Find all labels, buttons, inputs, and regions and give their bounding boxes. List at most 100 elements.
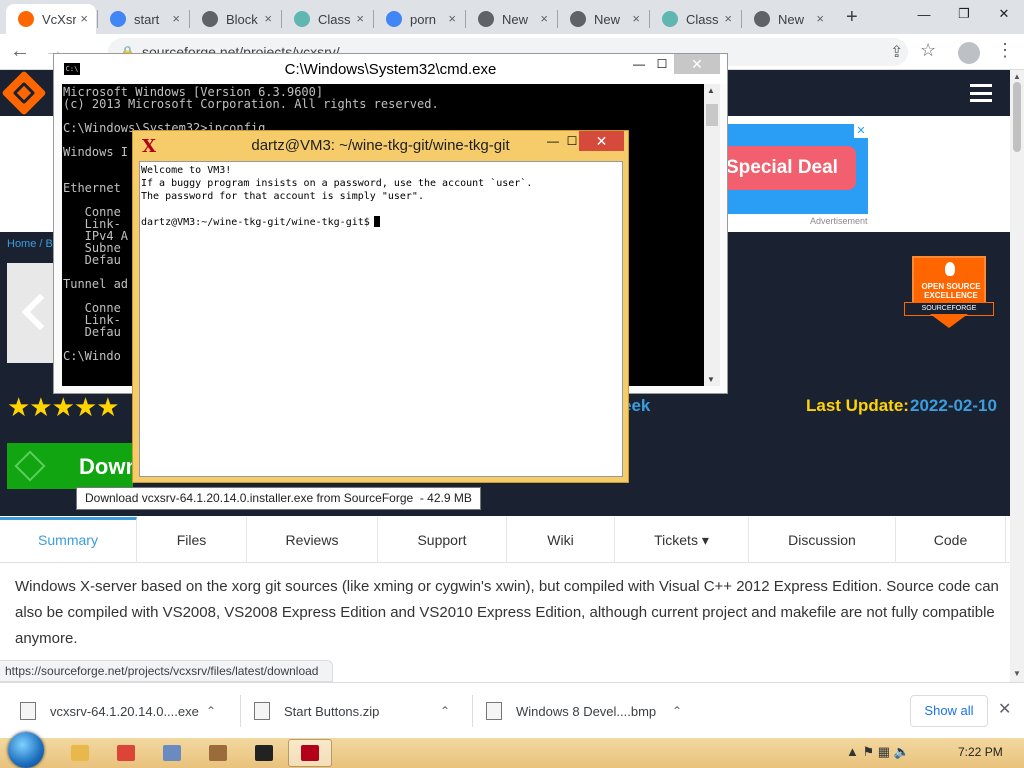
project-tab[interactable]: Summary — [0, 517, 137, 563]
tab-title: Class — [318, 11, 351, 27]
start-button[interactable] — [8, 732, 44, 768]
taskbar-app-paint[interactable] — [196, 739, 240, 767]
browser-tab[interactable]: porn × — [374, 4, 464, 34]
hamburger-menu-icon[interactable] — [970, 84, 992, 102]
taskbar-app-chrome[interactable] — [104, 739, 148, 767]
taskbar-app-cmd[interactable] — [242, 739, 286, 767]
page-scrollbar[interactable]: ▲ ▼ — [1010, 70, 1024, 682]
browser-window-controls: — ❐ ✕ — [904, 0, 1024, 30]
tab-close-icon[interactable]: × — [80, 11, 88, 26]
badge-ribbon: SOURCEFORGE — [904, 302, 994, 316]
project-description: Windows X-server based on the xorg git s… — [15, 578, 999, 647]
tab-favicon-icon — [478, 11, 494, 27]
taskbar-app-xterm[interactable] — [288, 739, 332, 767]
breadcrumb[interactable]: Home / B — [7, 238, 53, 250]
taskbar-app-file-explorer[interactable] — [58, 739, 102, 767]
minimize-button[interactable]: — — [904, 0, 944, 28]
tab-close-icon[interactable]: × — [448, 11, 456, 26]
cmd-scroll-thumb[interactable] — [706, 104, 718, 126]
browser-tab[interactable]: New × — [558, 4, 648, 34]
tab-close-icon[interactable]: × — [540, 11, 548, 26]
tab-title: Class — [686, 11, 719, 27]
scroll-thumb[interactable] — [1013, 82, 1021, 152]
profile-avatar[interactable] — [958, 42, 980, 64]
download-item[interactable]: vcxsrv-64.1.20.14.0....exe ⌃ — [20, 683, 216, 739]
download-filename: Windows 8 Devel....bmp — [516, 703, 657, 719]
xterm-line: dartz@VM3:~/wine-tkg-git/wine-tkg-git$ — [141, 217, 370, 228]
tab-close-icon[interactable]: × — [632, 11, 640, 26]
cmd-close-button[interactable]: ✕ — [674, 54, 720, 74]
project-tab[interactable]: Files — [137, 517, 247, 563]
app-window-icon — [163, 745, 181, 761]
chevron-up-icon[interactable]: ⌃ — [440, 704, 450, 718]
download-item[interactable]: Windows 8 Devel....bmp ⌃ — [486, 683, 682, 739]
browser-tab[interactable]: Class × — [282, 4, 372, 34]
cmd-line: (c) 2013 Microsoft Corporation. All righ… — [63, 97, 439, 111]
scroll-down-arrow-icon[interactable]: ▼ — [1013, 669, 1021, 678]
project-tab[interactable]: Code — [896, 517, 1006, 563]
download-bar: vcxsrv-64.1.20.14.0....exe ⌃ Start Buttons… — [0, 682, 1024, 738]
ad-close-icon[interactable]: ✕ — [854, 124, 868, 138]
chevron-up-icon[interactable]: ⌃ — [672, 704, 682, 718]
browser-tab[interactable]: Class × — [650, 4, 740, 34]
browser-tab[interactable]: Block × — [190, 4, 280, 34]
project-tab[interactable]: Wiki — [507, 517, 615, 563]
browser-tab[interactable]: New × — [466, 4, 556, 34]
chevron-up-icon[interactable]: ⌃ — [206, 704, 216, 718]
browser-tab[interactable]: start × — [98, 4, 188, 34]
tab-close-icon[interactable]: × — [264, 11, 272, 26]
share-icon[interactable]: ⇪ — [890, 42, 903, 62]
download-button[interactable]: Download — [7, 443, 133, 489]
project-tab[interactable]: Tickets ▾ — [615, 517, 749, 563]
browser-tab[interactable]: VcXsr × — [6, 4, 96, 34]
close-button[interactable]: ✕ — [984, 0, 1024, 28]
tab-bar: VcXsr × start × Block × Class × porn × New × New × Cla… — [0, 0, 1024, 34]
xterm-window[interactable]: X dartz@VM3: ~/wine-tkg-git/wine-tkg-git… — [132, 130, 629, 483]
scroll-up-arrow-icon[interactable]: ▲ — [1013, 72, 1021, 81]
cmd-titlebar[interactable]: C:\ C:\Windows\System32\cmd.exe — ☐ ✕ — [54, 54, 727, 84]
close-download-bar-icon[interactable]: ✕ — [998, 699, 1011, 719]
download-item[interactable]: Start Buttons.zip ⌃ — [254, 683, 450, 739]
tab-close-icon[interactable]: × — [816, 11, 824, 26]
sourceforge-logo-icon[interactable] — [1, 70, 47, 116]
tab-favicon-icon — [386, 11, 402, 27]
cmd-scroll-up-icon[interactable]: ▲ — [707, 86, 715, 95]
tab-title: porn — [410, 11, 437, 27]
tab-close-icon[interactable]: × — [172, 11, 180, 26]
xterm-terminal[interactable]: Welcome to VM3! If a buggy program insist… — [139, 161, 623, 477]
cmd-minimize-button[interactable]: — — [626, 54, 652, 74]
cmd-scrollbar[interactable]: ▲ ▼ — [704, 84, 720, 386]
back-button[interactable]: ← — [10, 40, 30, 63]
ad-banner[interactable]: Special Deal ✕ — [726, 124, 868, 214]
paint-icon — [209, 745, 227, 761]
project-tab[interactable]: Reviews — [247, 517, 378, 563]
clock[interactable]: 7:22 PM — [958, 745, 1003, 759]
project-tab[interactable]: Support — [378, 517, 507, 563]
xterm-minimize-button[interactable]: — — [545, 131, 561, 151]
browser-tab[interactable]: New × — [742, 4, 832, 34]
new-tab-button[interactable]: + — [846, 6, 858, 29]
restore-button[interactable]: ❐ — [944, 0, 984, 28]
project-tab[interactable]: Discussion — [749, 517, 896, 563]
file-explorer-icon — [71, 745, 89, 761]
status-bar-url: https://sourceforge.net/projects/vcxsrv/… — [0, 660, 334, 682]
tab-close-icon[interactable]: × — [724, 11, 732, 26]
xterm-line: If a buggy program insists on a password… — [141, 178, 533, 189]
flame-icon — [945, 262, 955, 276]
cmd-scroll-down-icon[interactable]: ▼ — [707, 375, 715, 384]
browser-menu-icon[interactable]: ⋮ — [996, 40, 1014, 61]
taskbar-app-app-window[interactable] — [150, 739, 194, 767]
show-all-button[interactable]: Show all — [910, 695, 988, 727]
tab-close-icon[interactable]: × — [356, 11, 364, 26]
xterm-close-button[interactable]: ✕ — [579, 131, 624, 151]
rating-stars: ★★★★★ — [7, 392, 120, 422]
tab-favicon-icon — [18, 11, 34, 27]
tab-favicon-icon — [570, 11, 586, 27]
tab-title: VcXsr — [42, 11, 76, 27]
file-icon — [254, 702, 270, 720]
chrome-icon — [117, 745, 135, 761]
project-tabs: Summary Files Reviews Support Wiki Tickets ▾ D… — [0, 517, 1010, 563]
cmd-maximize-button[interactable]: ☐ — [652, 54, 672, 74]
bookmark-star-icon[interactable]: ☆ — [920, 40, 936, 61]
system-tray[interactable]: ▲ ⚑ ▦ 🔈 — [846, 744, 910, 760]
